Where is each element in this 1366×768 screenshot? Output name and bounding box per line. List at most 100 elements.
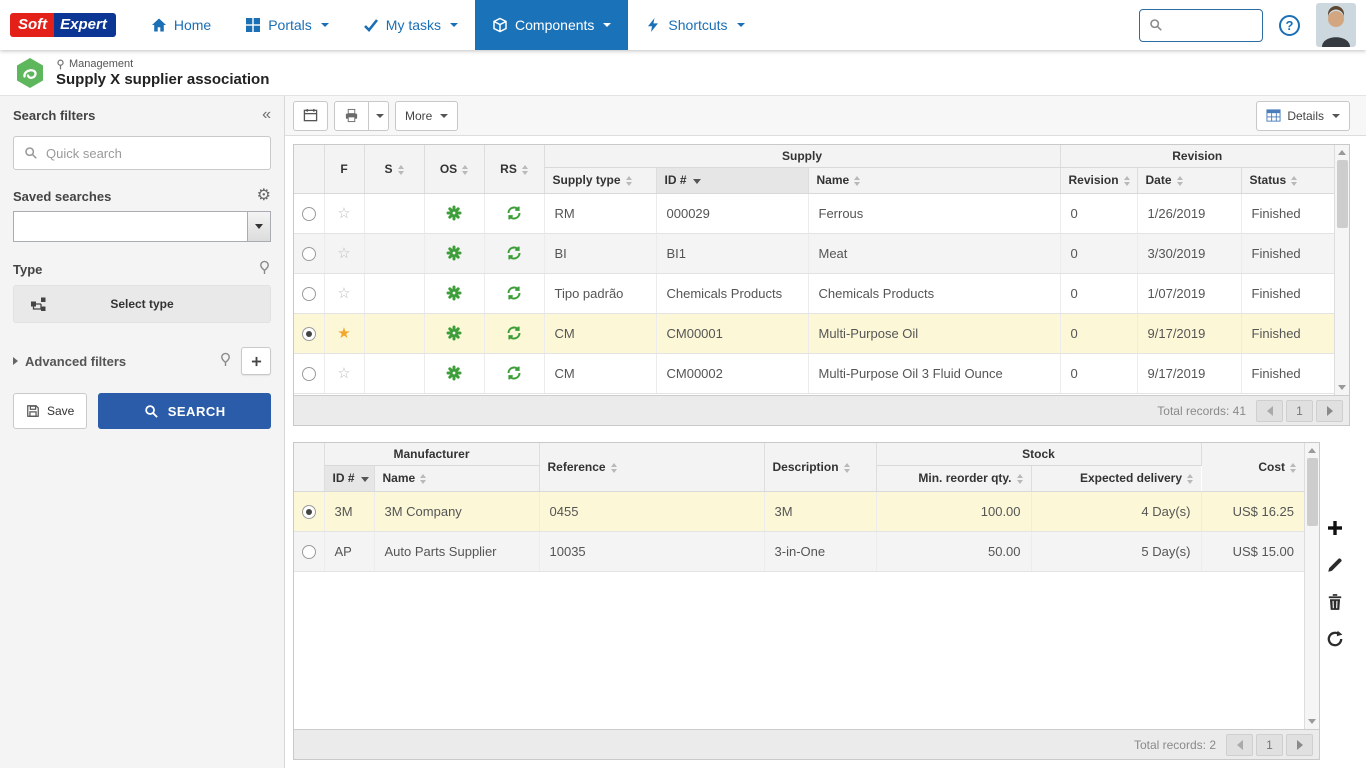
page-number-button[interactable]: 1 — [1286, 400, 1313, 422]
row-radio[interactable] — [302, 207, 316, 221]
add-button[interactable] — [1325, 518, 1345, 538]
gear-icon[interactable]: ⚙ — [257, 188, 271, 204]
select-type-button[interactable]: Select type — [13, 285, 271, 323]
quick-search — [13, 136, 271, 170]
table-row-selected[interactable]: 3M 3M Company 0455 3M 100.00 4 Day(s) US… — [294, 491, 1304, 531]
cell-status: Finished — [1241, 313, 1334, 353]
nav-components[interactable]: Components — [475, 0, 628, 50]
col-status[interactable]: Status — [1241, 167, 1334, 193]
quick-search-input[interactable] — [46, 146, 260, 161]
col-expected-delivery[interactable]: Expected delivery — [1031, 465, 1201, 491]
scroll-down-icon[interactable] — [1338, 385, 1346, 390]
favorite-star-icon[interactable]: ★ — [337, 325, 350, 342]
floppy-icon — [26, 404, 40, 418]
collapse-panel-icon[interactable]: « — [262, 107, 271, 123]
table-row[interactable]: ☆ CM CM00002 Multi-Purpose Oil 3 Fluid O… — [294, 353, 1334, 393]
nav-home[interactable]: Home — [134, 0, 228, 50]
nav-my-tasks[interactable]: My tasks — [346, 0, 475, 50]
cell-name: Chemicals Products — [808, 273, 1060, 313]
scrollbar-thumb[interactable] — [1337, 160, 1348, 228]
user-avatar[interactable] — [1316, 3, 1356, 47]
cell-name: Auto Parts Supplier — [374, 531, 539, 571]
col-id[interactable]: ID # — [324, 465, 374, 491]
nav-shortcuts[interactable]: Shortcuts — [628, 0, 761, 50]
row-radio[interactable] — [302, 545, 316, 559]
favorite-star-icon[interactable]: ☆ — [337, 365, 350, 382]
refresh-button[interactable] — [1325, 629, 1345, 649]
add-filter-button[interactable] — [241, 347, 271, 375]
nav-portals[interactable]: Portals — [228, 0, 346, 50]
scroll-up-icon[interactable] — [1308, 448, 1316, 453]
print-button[interactable] — [334, 101, 369, 131]
sort-icon — [420, 474, 426, 484]
supplier-section: Manufacturer Reference Description Stock… — [293, 442, 1350, 760]
delete-button[interactable] — [1325, 592, 1345, 612]
vertical-scrollbar[interactable] — [1334, 145, 1349, 395]
row-radio[interactable] — [302, 367, 316, 381]
softexpert-logo[interactable]: Soft Expert — [10, 13, 116, 37]
components-icon — [492, 17, 508, 33]
col-s[interactable]: S — [364, 145, 424, 193]
next-page-button[interactable] — [1286, 734, 1313, 756]
scrollbar-thumb[interactable] — [1307, 458, 1318, 526]
col-min-reorder[interactable]: Min. reorder qty. — [876, 465, 1031, 491]
table-row[interactable]: ☆ RM 000029 Ferrous 0 1/26/2019 Fin — [294, 193, 1334, 233]
save-search-button[interactable]: Save — [13, 393, 87, 429]
supplier-table-panel: Manufacturer Reference Description Stock… — [293, 442, 1320, 760]
next-page-button[interactable] — [1316, 400, 1343, 422]
col-supply-type[interactable]: Supply type — [544, 167, 656, 193]
col-revision[interactable]: Revision — [1060, 167, 1137, 193]
edit-button[interactable] — [1325, 555, 1345, 575]
prev-page-button[interactable] — [1256, 400, 1283, 422]
top-nav: Soft Expert Home Portals My t — [0, 0, 1366, 50]
favorite-star-icon[interactable]: ☆ — [337, 285, 350, 302]
saved-search-select[interactable] — [13, 211, 271, 242]
row-radio[interactable] — [302, 505, 316, 519]
avatar-photo — [1316, 3, 1356, 47]
arrow-right-icon — [1297, 740, 1303, 750]
col-id[interactable]: ID # — [656, 167, 808, 193]
col-name[interactable]: Name — [808, 167, 1060, 193]
col-cost[interactable]: Cost — [1201, 443, 1304, 491]
arrow-right-icon — [1327, 406, 1333, 416]
more-button[interactable]: More — [395, 101, 458, 131]
window-icon — [303, 108, 318, 123]
sort-icon — [854, 176, 860, 186]
col-os[interactable]: OS — [424, 145, 484, 193]
table-row[interactable]: ☆ BI BI1 Meat 0 3/30/2019 Finished — [294, 233, 1334, 273]
topnav-right: ? — [1139, 3, 1356, 47]
global-search-input[interactable] — [1170, 18, 1253, 33]
search-button[interactable]: SEARCH — [98, 393, 271, 429]
col-rs[interactable]: RS — [484, 145, 544, 193]
plus-icon — [251, 356, 262, 367]
row-radio[interactable] — [302, 287, 316, 301]
favorite-star-icon[interactable]: ☆ — [337, 205, 350, 222]
col-name[interactable]: Name — [374, 465, 539, 491]
advanced-filters-row[interactable]: Advanced filters — [13, 347, 271, 375]
table-row-selected[interactable]: ★ CM CM00001 Multi-Purpose Oil 0 9/17/20… — [294, 313, 1334, 353]
pin-icon[interactable] — [219, 352, 232, 370]
advanced-filters-actions — [219, 347, 271, 375]
pin-icon[interactable] — [258, 260, 271, 278]
scroll-down-icon[interactable] — [1308, 719, 1316, 724]
col-description[interactable]: Description — [764, 443, 876, 491]
view-form-button[interactable] — [293, 101, 328, 131]
favorite-star-icon[interactable]: ☆ — [337, 245, 350, 262]
col-favorite[interactable]: F — [324, 145, 364, 193]
select-dropdown-button[interactable] — [247, 212, 270, 241]
col-reference[interactable]: Reference — [539, 443, 764, 491]
help-button[interactable]: ? — [1279, 15, 1300, 36]
page-number-button[interactable]: 1 — [1256, 734, 1283, 756]
printer-icon — [344, 108, 359, 123]
col-date[interactable]: Date — [1137, 167, 1241, 193]
table-row[interactable]: AP Auto Parts Supplier 10035 3-in-One 50… — [294, 531, 1304, 571]
print-options-button[interactable] — [369, 101, 389, 131]
scroll-up-icon[interactable] — [1338, 150, 1346, 155]
details-button[interactable]: Details — [1256, 101, 1350, 131]
vertical-scrollbar[interactable] — [1304, 443, 1319, 729]
home-icon — [151, 17, 167, 33]
prev-page-button[interactable] — [1226, 734, 1253, 756]
row-radio[interactable] — [302, 327, 316, 341]
table-row[interactable]: ☆ Tipo padrão Chemicals Products Chemica… — [294, 273, 1334, 313]
row-radio[interactable] — [302, 247, 316, 261]
